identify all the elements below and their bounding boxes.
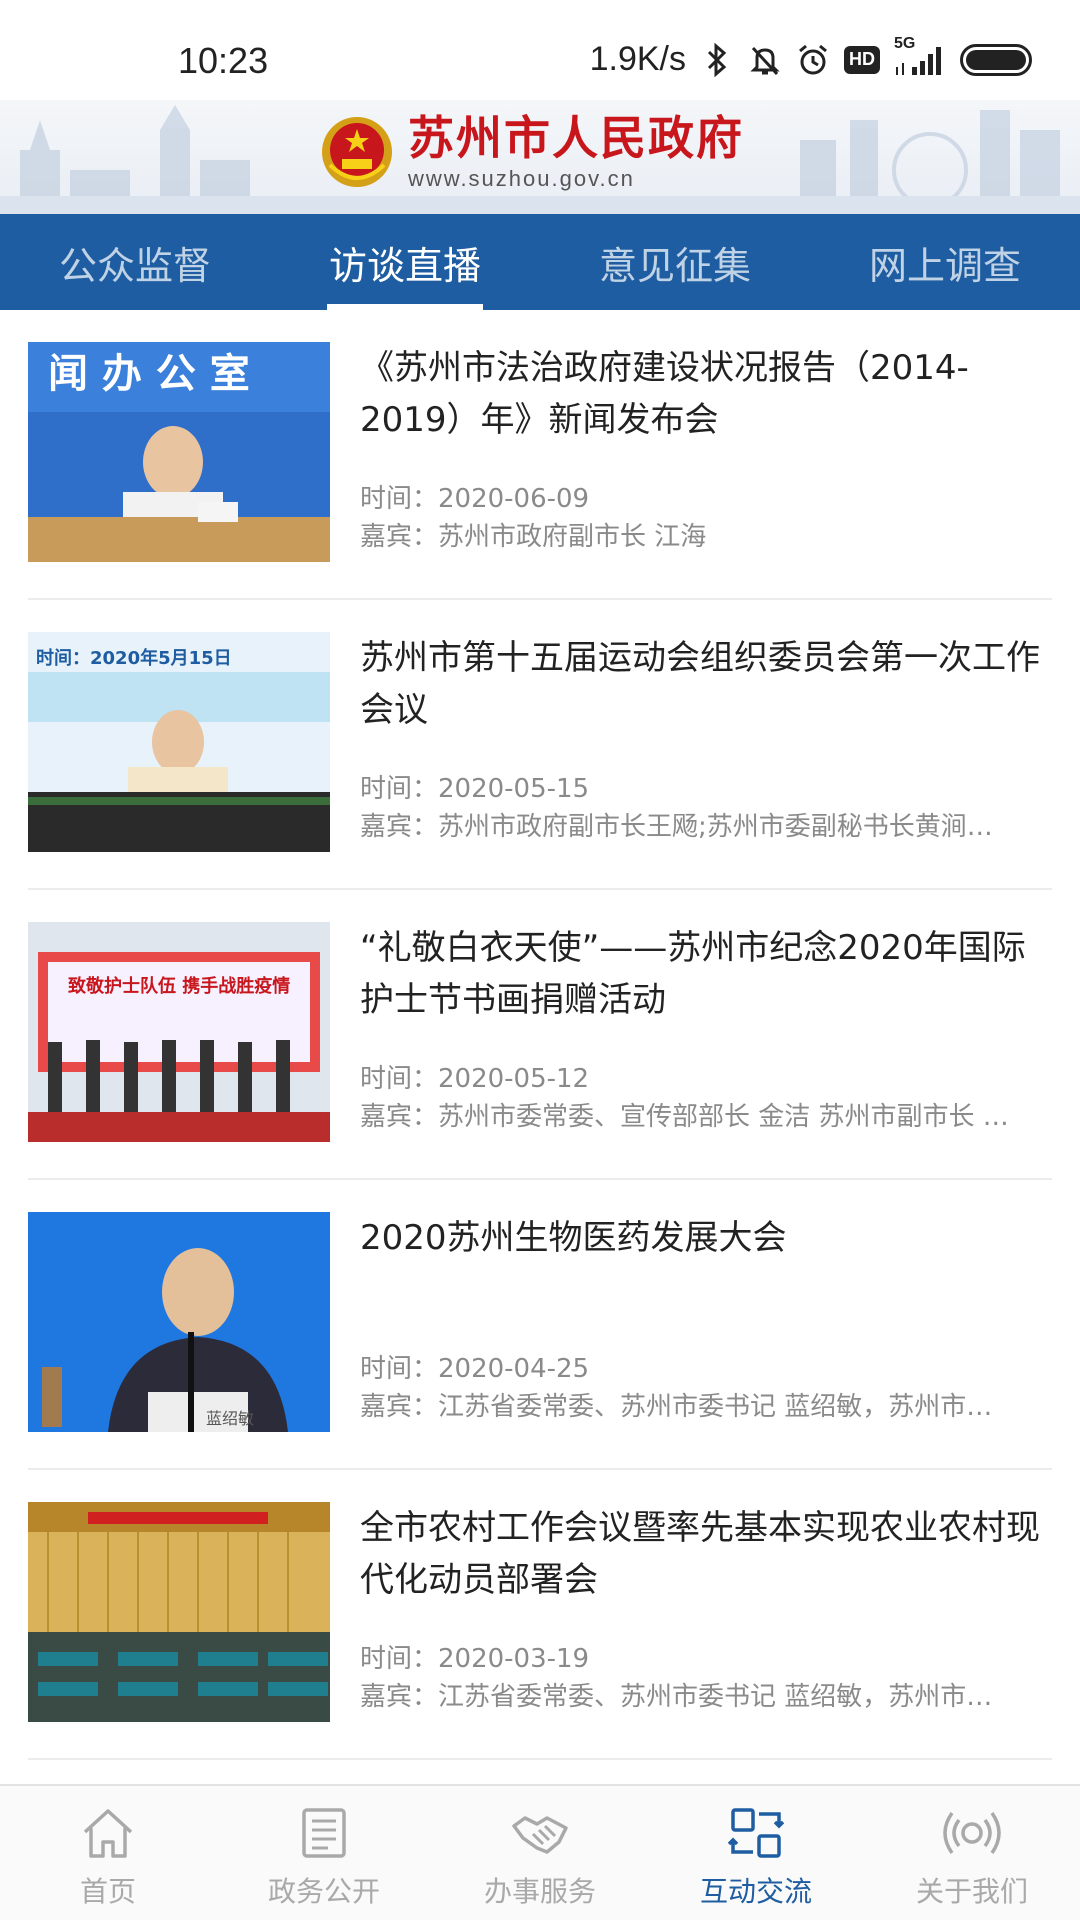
nav-label: 互动交流 xyxy=(699,1875,812,1908)
list-item[interactable]: 时间：2020年5月15日 苏州市第十五届运动会组织委员会第一次工作会议 时间：… xyxy=(28,600,1052,890)
thumb-caption: 致敬护士队伍 携手战胜疫情 xyxy=(68,975,290,997)
item-guest: 嘉宾：江苏省委常委、苏州市委书记 蓝绍敏，苏州市… xyxy=(360,1682,993,1712)
item-guest: 嘉宾：苏州市委常委、宣传部部长 金洁 苏州市副市长 … xyxy=(360,1102,1009,1132)
thumb-caption: 时间：2020年5月15日 xyxy=(36,647,232,669)
nav-interaction[interactable]: 互动交流 xyxy=(648,1786,864,1920)
nav-label: 首页 xyxy=(79,1875,136,1908)
category-tabs: 公众监督 访谈直播 意见征集 网上调查 xyxy=(0,214,1080,310)
item-guest: 嘉宾：苏州市政府副市长王飏;苏州市委副秘书长黄涧… xyxy=(360,812,993,842)
site-logo[interactable]: 苏州市人民政府 www.suzhou.gov.cn xyxy=(320,112,744,192)
site-url: www.suzhou.gov.cn xyxy=(408,166,635,191)
item-title: “礼敬白衣天使”——苏州市纪念2020年国际护士节书画捐赠活动 xyxy=(360,928,1026,1020)
national-emblem-icon xyxy=(322,117,392,187)
tab-opinion-collection[interactable]: 意见征集 xyxy=(540,214,810,310)
network-speed: 1.9K/s xyxy=(589,40,686,78)
nav-label: 办事服务 xyxy=(483,1875,596,1908)
bottom-navigation: 首页 政务公开 办事服务 互动交流 关于我们 xyxy=(0,1784,1080,1920)
thumb-caption: 闻 办 公 室 xyxy=(48,351,250,397)
nav-government-affairs[interactable]: 政务公开 xyxy=(216,1786,432,1920)
site-title: 苏州市人民政府 xyxy=(408,111,744,165)
item-time: 时间：2020-05-15 xyxy=(360,774,590,804)
signal-icon: 5G xyxy=(894,35,946,77)
header-banner: 苏州市人民政府 www.suzhou.gov.cn xyxy=(0,100,1080,214)
thumb-caption: 蓝绍敏 xyxy=(206,1409,254,1428)
nav-about-us[interactable]: 关于我们 xyxy=(864,1786,1080,1920)
tab-interview-live[interactable]: 访谈直播 xyxy=(270,214,540,310)
battery-icon xyxy=(960,43,1032,76)
item-thumbnail: 致敬护士队伍 携手战胜疫情 xyxy=(28,922,330,1142)
item-guest: 嘉宾：苏州市政府副市长 江海 xyxy=(360,522,707,552)
item-thumbnail: 闻 办 公 室 xyxy=(28,342,330,562)
item-title: 《苏州市法治政府建设状况报告（2014-2019）年》新闻发布会 xyxy=(360,348,969,440)
bluetooth-icon xyxy=(700,42,734,77)
item-thumbnail xyxy=(28,1502,330,1722)
tab-online-survey[interactable]: 网上调查 xyxy=(810,214,1080,310)
interaction-icon xyxy=(727,1808,785,1858)
item-time: 时间：2020-05-12 xyxy=(360,1064,590,1094)
document-list-icon xyxy=(302,1808,346,1858)
nav-label: 关于我们 xyxy=(915,1875,1028,1908)
item-title: 2020苏州生物医药发展大会 xyxy=(360,1218,787,1258)
nav-services[interactable]: 办事服务 xyxy=(432,1786,648,1920)
handshake-icon xyxy=(512,1816,568,1854)
broadcast-icon xyxy=(943,1811,1001,1855)
hd-icon: HD xyxy=(844,45,880,74)
item-time: 时间：2020-03-19 xyxy=(360,1644,590,1674)
item-title: 苏州市第十五届运动会组织委员会第一次工作会议 xyxy=(360,638,1040,730)
list-item[interactable]: 闻 办 公 室 《苏州市法治政府建设状况报告（2014-2019）年》新闻发布会… xyxy=(28,310,1052,600)
tab-public-supervision[interactable]: 公众监督 xyxy=(0,214,270,310)
nav-home[interactable]: 首页 xyxy=(0,1786,216,1920)
mute-bell-icon xyxy=(748,43,782,77)
list-item[interactable]: 蓝绍敏 2020苏州生物医药发展大会 时间：2020-04-25 嘉宾：江苏省委… xyxy=(28,1180,1052,1470)
item-thumbnail: 时间：2020年5月15日 xyxy=(28,632,330,852)
list-item[interactable]: 全市农村工作会议暨率先基本实现农业农村现代化动员部署会 时间：2020-03-1… xyxy=(28,1470,1052,1760)
status-time: 10:23 xyxy=(178,40,269,81)
item-thumbnail: 蓝绍敏 xyxy=(28,1212,330,1432)
status-icons: 1.9K/s HD 5G xyxy=(589,35,1032,79)
network-type: 5G xyxy=(894,34,916,52)
status-bar: 10:23 1.9K/s HD 5G xyxy=(0,0,1080,110)
item-time: 时间：2020-06-09 xyxy=(360,484,590,514)
nav-label: 政务公开 xyxy=(267,1875,380,1908)
alarm-icon xyxy=(796,43,830,77)
home-icon xyxy=(83,1809,133,1858)
item-title: 全市农村工作会议暨率先基本实现农业农村现代化动员部署会 xyxy=(360,1508,1040,1600)
item-time: 时间：2020-04-25 xyxy=(360,1354,590,1384)
item-guest: 嘉宾：江苏省委常委、苏州市委书记 蓝绍敏，苏州市… xyxy=(360,1392,993,1422)
list-item[interactable]: 致敬护士队伍 携手战胜疫情 “礼敬白衣天使”——苏州市纪念2020年国际护士节书… xyxy=(28,890,1052,1180)
